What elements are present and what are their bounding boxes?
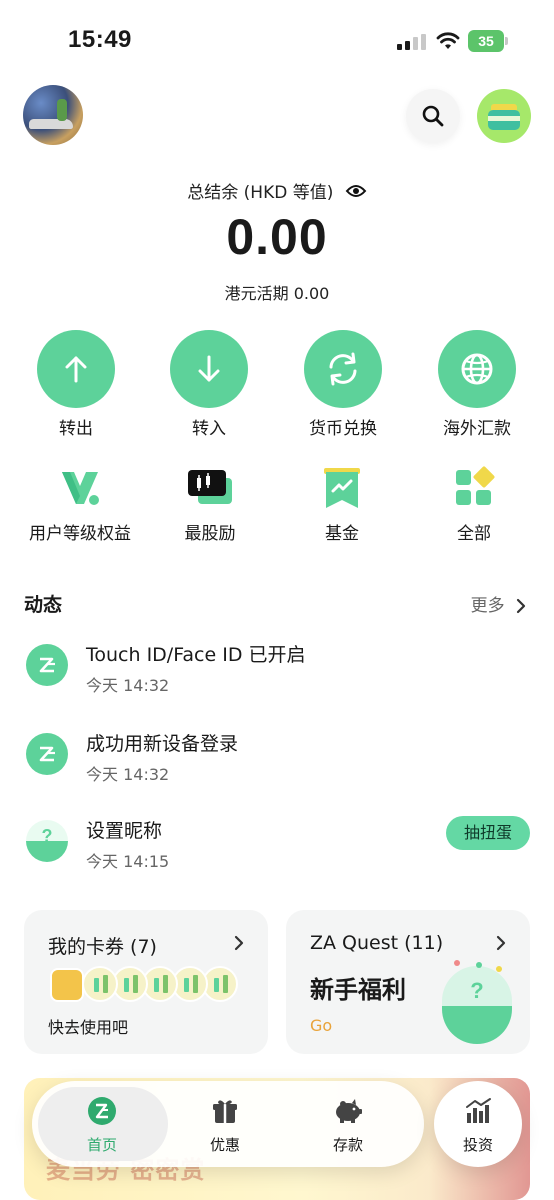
feed-item-time: 今天 14:32	[86, 765, 170, 784]
arrow-down-icon	[198, 355, 220, 382]
grid-icon	[456, 466, 495, 505]
quest-title: ZA Quest (11)	[310, 932, 444, 954]
currency-exchange-button[interactable]: 货币兑换	[283, 330, 403, 439]
currency-exchange-label: 货币兑换	[309, 419, 377, 439]
feed-item-time: 今天 14:15	[86, 852, 170, 871]
gift-icon	[213, 1100, 237, 1123]
za-quest-card[interactable]: ZA Quest (11) 新手福利 Go ?	[286, 910, 530, 1054]
coupon-box-icon	[50, 968, 84, 1002]
more-link[interactable]: 更多	[471, 591, 526, 616]
feed-item-faceid[interactable]: Touch ID/Face ID 已开启 今天 14:32	[24, 640, 530, 700]
transfer-in-label: 转入	[192, 419, 226, 439]
tab-deposit-label: 存款	[332, 1136, 363, 1154]
chevron-right-icon	[234, 935, 244, 951]
fund-button[interactable]: 基金	[272, 466, 412, 544]
tab-home-label: 首页	[86, 1136, 117, 1154]
stock-reward-label: 最股励	[184, 524, 236, 544]
avatar[interactable]	[23, 85, 83, 145]
fund-icon	[324, 468, 360, 508]
za-logo-icon	[39, 657, 55, 673]
feed-item-title: 设置昵称	[86, 820, 163, 842]
feed-item-new-device[interactable]: 成功用新设备登录 今天 14:32	[24, 729, 530, 789]
user-tier-benefits-label: 用户等级权益	[29, 524, 131, 544]
activity-title: 动态	[24, 594, 63, 616]
signal-icon	[397, 34, 426, 50]
hkd-current-balance: 港元活期 0.00	[224, 284, 330, 303]
feed-item-title: Touch ID/Face ID 已开启	[86, 644, 306, 666]
tab-offers[interactable]: 优惠	[170, 1096, 280, 1155]
user-tier-benefits-button[interactable]: 用户等级权益	[10, 466, 150, 544]
za-logo-icon	[39, 746, 55, 762]
piggy-bank-icon	[336, 1099, 362, 1123]
gacha-button[interactable]: 抽扭蛋	[445, 816, 530, 850]
stock-card-icon	[188, 470, 232, 504]
chart-icon	[466, 1098, 491, 1123]
tab-invest-label: 投资	[462, 1136, 493, 1154]
search-button[interactable]	[406, 89, 460, 143]
coupons-card[interactable]: 我的卡券 (7) 快去使用吧	[24, 910, 268, 1054]
coupons-title: 我的卡券 (7)	[48, 936, 157, 958]
arrow-up-icon	[65, 356, 87, 383]
tab-invest[interactable]: 投资	[434, 1081, 522, 1167]
coupons-subtitle: 快去使用吧	[48, 1018, 129, 1037]
coupon-icon	[82, 966, 118, 1002]
gacha-egg-icon: ?	[442, 966, 512, 1046]
battery-level: 35	[468, 30, 504, 52]
all-services-button[interactable]: 全部	[404, 466, 544, 544]
globe-icon	[461, 353, 493, 385]
exchange-icon	[329, 352, 357, 386]
more-label: 更多	[470, 596, 505, 616]
all-services-label: 全部	[457, 524, 491, 544]
coupon-icons	[50, 966, 240, 1004]
wallet-button[interactable]	[477, 89, 531, 143]
tier-icon	[62, 472, 99, 505]
tab-offers-label: 优惠	[209, 1136, 240, 1154]
feed-item-nickname[interactable]: ? 设置昵称 今天 14:15 抽扭蛋	[24, 816, 530, 876]
battery-icon: 35	[468, 30, 508, 52]
tab-deposit[interactable]: 存款	[293, 1096, 403, 1155]
stock-reward-button[interactable]: 最股励	[140, 466, 280, 544]
status-time: 15:49	[68, 26, 132, 53]
tab-home[interactable]: 首页	[47, 1096, 157, 1155]
overseas-remittance-button[interactable]: 海外汇款	[417, 330, 537, 439]
transfer-in-button[interactable]: 转入	[149, 330, 269, 439]
quest-go-link[interactable]: Go	[310, 1016, 332, 1035]
feed-item-time: 今天 14:32	[86, 676, 170, 695]
balance-label-row: 总结余 (HKD 等值)	[0, 178, 554, 203]
chevron-right-icon	[516, 598, 526, 614]
home-icon	[88, 1097, 116, 1125]
balance-value: 0.00	[226, 209, 328, 265]
eye-icon[interactable]	[345, 180, 367, 202]
quest-headline: 新手福利	[310, 976, 406, 1004]
gacha-egg-icon: ?	[26, 820, 68, 862]
feed-item-title: 成功用新设备登录	[86, 733, 239, 755]
balance-label: 总结余 (HKD 等值)	[187, 183, 334, 203]
search-icon	[422, 105, 444, 127]
overseas-remittance-label: 海外汇款	[443, 419, 511, 439]
transfer-out-label: 转出	[59, 419, 93, 439]
wifi-icon	[436, 32, 460, 49]
transfer-out-button[interactable]: 转出	[16, 330, 136, 439]
status-bar: 15:49 35	[0, 0, 554, 80]
fund-label: 基金	[325, 524, 359, 544]
chevron-right-icon	[496, 935, 506, 951]
